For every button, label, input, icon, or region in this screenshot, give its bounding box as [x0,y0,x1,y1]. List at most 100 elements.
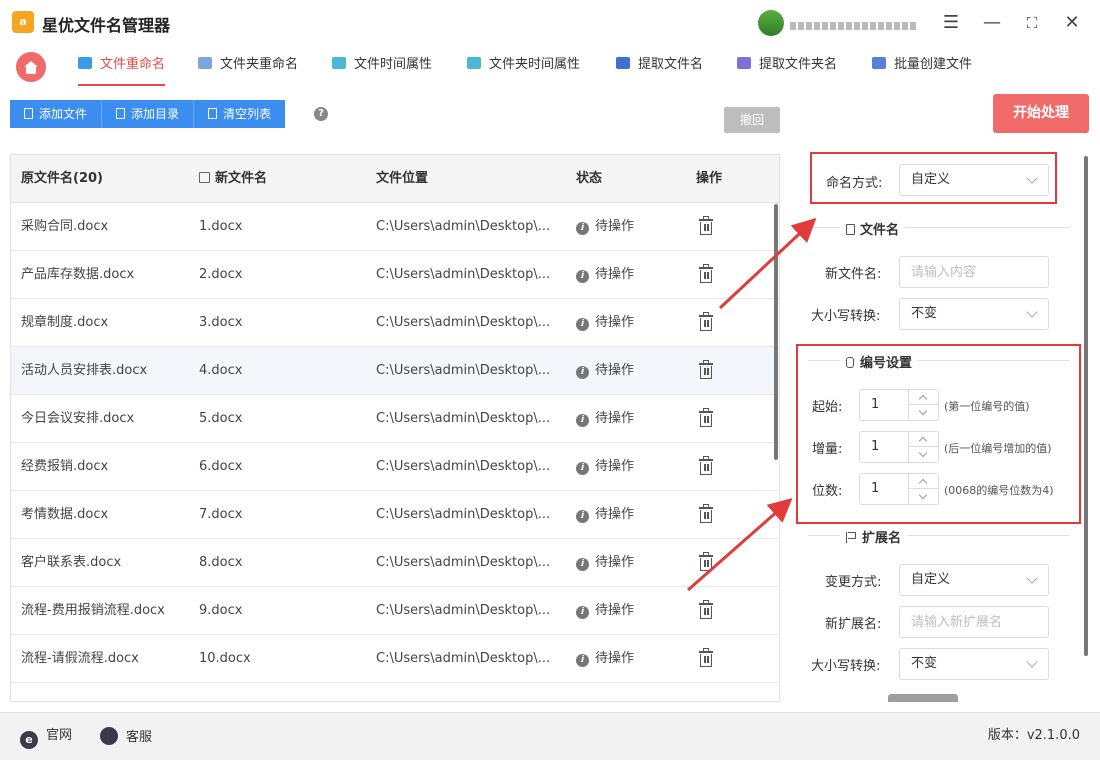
column-status[interactable]: 状态 [576,155,602,203]
new-name-field[interactable] [899,256,1049,288]
table-row[interactable]: 经费报销.docx 6.docx C:\Users\admin\Desktop\..… [11,443,779,491]
delete-icon[interactable] [699,216,713,235]
new-ext-label: 新扩展名: [825,617,882,632]
new-name-cell: 3.docx [199,315,243,330]
case-value: 不变 [911,306,938,321]
table-scrollbar[interactable] [774,204,778,460]
undo-button[interactable]: 撤回 [724,107,780,133]
tab-extract-filename[interactable]: 提取文件名 [616,46,703,84]
table-row[interactable]: 规章制度.docx 3.docx C:\Users\admin\Desktop\..… [11,299,779,347]
hidden-panel-button[interactable] [888,694,958,702]
case-select[interactable]: 不变 [899,298,1049,330]
table-row[interactable]: 考情数据.docx 7.docx C:\Users\admin\Desktop\..… [11,491,779,539]
original-name-cell: 产品库存数据.docx [21,267,135,282]
table-row[interactable]: 采购合同.docx 1.docx C:\Users\admin\Desktop\..… [11,203,779,251]
delete-icon[interactable] [699,648,713,667]
status-text: 待操作 [595,459,635,474]
add-directory-button[interactable]: 添加目录 [102,100,195,128]
status-cell: i 待操作 [576,347,676,395]
info-icon: i [576,606,589,619]
column-original-name[interactable]: 原文件名(20) [21,155,103,203]
new-name-cell: 5.docx [199,411,243,426]
delete-icon[interactable] [699,600,713,619]
table-row[interactable]: 产品库存数据.docx 2.docx C:\Users\admin\Desktop\… [11,251,779,299]
status-cell: i 待操作 [576,299,676,347]
delete-icon[interactable] [699,552,713,571]
tab-file-time[interactable]: 文件时间属性 [332,46,432,84]
status-cell: i 待操作 [576,539,676,587]
title-bar: a 星优文件名管理器 ☰ — ⛶ ✕ [0,0,1100,46]
start-processing-button[interactable]: 开始处理 [993,94,1089,133]
info-icon: i [576,414,589,427]
delete-icon[interactable] [699,264,713,283]
minimize-icon[interactable]: — [979,10,1005,36]
website-link[interactable]: e 官网 [20,727,72,749]
flag-icon [846,532,856,543]
new-name-label: 新文件名: [825,267,882,282]
avatar[interactable] [758,10,784,36]
chevron-down-icon [1026,656,1038,668]
app-title: 星优文件名管理器 [42,16,171,35]
delete-icon[interactable] [699,408,713,427]
location-cell: C:\Users\admin\Desktop\... [376,267,551,282]
tab-extract-foldername[interactable]: 提取文件夹名 [737,46,837,84]
maximize-icon[interactable]: ⛶ [1019,10,1045,36]
tab-icon [616,57,630,69]
original-name-cell: 采购合同.docx [21,219,109,234]
table-row[interactable]: 流程-费用报销流程.docx 9.docx C:\Users\admin\Deskt… [11,587,779,635]
location-cell: C:\Users\admin\Desktop\... [376,363,551,378]
column-location[interactable]: 文件位置 [376,155,428,203]
panel-scrollbar[interactable] [1084,156,1088,656]
location-cell: C:\Users\admin\Desktop\... [376,651,551,666]
delete-icon[interactable] [699,456,713,475]
tab-folder-time[interactable]: 文件夹时间属性 [467,46,580,84]
chevron-down-icon [1026,306,1038,318]
tab-folder-rename[interactable]: 文件夹重命名 [198,46,298,84]
delete-icon[interactable] [699,360,713,379]
original-name-cell: 考情数据.docx [21,507,109,522]
filename-section-title: 文件名 [840,219,906,238]
new-name-cell: 1.docx [199,219,243,234]
new-name-cell: 4.docx [199,363,243,378]
table-row[interactable]: 今日会议安排.docx 5.docx C:\Users\admin\Desktop\… [11,395,779,443]
status-cell: i 待操作 [576,203,676,251]
tab-batch-create[interactable]: 批量创建文件 [872,46,972,84]
file-table: 原文件名(20) 新文件名 文件位置 状态 操作 采购合同.docx 1.docx… [10,154,780,702]
clear-list-button[interactable]: 清空列表 [194,100,286,128]
new-ext-field[interactable] [899,606,1049,638]
table-row[interactable]: 流程-请假流程.docx 10.docx C:\Users\admin\Deskto… [11,635,779,683]
file-icon [24,108,33,119]
ext-mode-select[interactable]: 自定义 [899,564,1049,596]
help-icon[interactable]: ? [314,107,328,121]
tab-label: 提取文件名 [638,57,704,72]
extension-section-label: 扩展名 [862,531,902,546]
status-cell: i 待操作 [576,587,676,635]
status-cell: i 待操作 [576,443,676,491]
table-row[interactable]: 客户联系表.docx 8.docx C:\Users\admin\Desktop\.… [11,539,779,587]
website-label: 官网 [46,728,73,743]
status-text: 待操作 [595,315,635,330]
new-ext-input[interactable] [900,607,1048,637]
support-link[interactable]: 客服 [100,727,152,747]
tab-label: 文件时间属性 [354,57,433,72]
feature-tabs: 文件重命名 文件夹重命名 文件时间属性 文件夹时间属性 提取文件名 提取文件夹名… [0,46,1100,88]
footer-bar: e 官网 客服 版本：v2.1.0.0 [0,712,1100,760]
new-name-input[interactable] [900,257,1048,287]
app-logo-icon: a [12,11,34,33]
delete-icon[interactable] [699,504,713,523]
status-cell: i 待操作 [576,251,676,299]
new-name-cell: 9.docx [199,603,243,618]
table-row[interactable]: 活动人员安排表.docx 4.docx C:\Users\admin\Desktop… [11,347,779,395]
column-new-name[interactable]: 新文件名 [199,155,267,203]
info-icon: i [576,462,589,475]
add-file-button[interactable]: 添加文件 [10,100,103,128]
tab-file-rename[interactable]: 文件重命名 [78,46,166,86]
settings-menu-icon[interactable]: ☰ [938,10,964,36]
close-icon[interactable]: ✕ [1059,10,1085,36]
delete-icon[interactable] [699,312,713,331]
home-icon[interactable] [16,52,46,82]
ext-case-select[interactable]: 不变 [899,648,1049,680]
info-icon: i [576,318,589,331]
user-account[interactable] [758,10,924,36]
add-directory-label: 添加目录 [131,107,180,121]
